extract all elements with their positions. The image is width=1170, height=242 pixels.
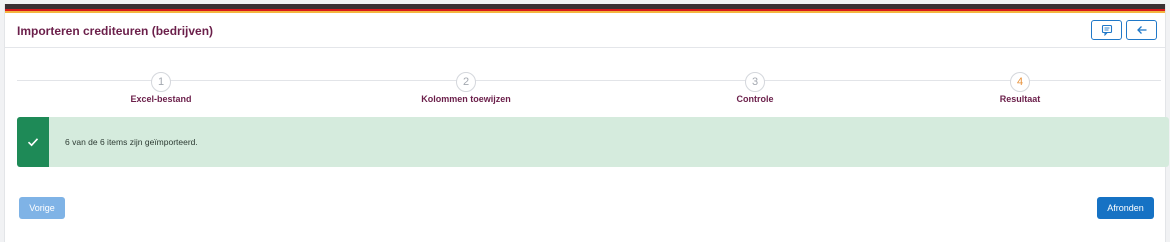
step-number-active: 4 — [1010, 72, 1030, 92]
step-label: Controle — [736, 94, 774, 104]
step-resultaat: 4 Resultaat — [920, 72, 1120, 104]
alert-icon-box — [17, 117, 49, 167]
step-number: 3 — [745, 72, 765, 92]
finish-button[interactable]: Afronden — [1097, 197, 1154, 219]
step-kolommen-toewijzen: 2 Kolommen toewijzen — [366, 72, 566, 104]
back-button[interactable] — [1126, 20, 1157, 40]
alert-message: 6 van de 6 items zijn geïmporteerd. — [65, 137, 198, 147]
page-title: Importeren crediteuren (bedrijven) — [17, 24, 214, 38]
check-icon — [27, 138, 39, 147]
success-alert: 6 van de 6 items zijn geïmporteerd. — [17, 117, 1169, 167]
step-label: Resultaat — [999, 94, 1041, 104]
step-excel-bestand: 1 Excel-bestand — [61, 72, 261, 104]
arrow-left-icon — [1136, 26, 1146, 34]
import-card: Importeren crediteuren (bedrijven) 1 Exc… — [4, 4, 1169, 242]
wizard-steps: 1 Excel-bestand 2 Kolommen toewijzen 3 C… — [5, 48, 1165, 112]
step-label: Excel-bestand — [130, 94, 192, 104]
step-controle: 3 Controle — [655, 72, 855, 104]
card-header: Importeren crediteuren (bedrijven) — [5, 13, 1165, 48]
feedback-button[interactable] — [1091, 20, 1122, 40]
page-frame: Importeren crediteuren (bedrijven) 1 Exc… — [0, 0, 1170, 242]
previous-button[interactable]: Vorige — [19, 197, 65, 219]
step-number: 1 — [151, 72, 171, 92]
step-number: 2 — [456, 72, 476, 92]
step-label: Kolommen toewijzen — [421, 94, 511, 104]
feedback-icon — [1101, 24, 1112, 36]
